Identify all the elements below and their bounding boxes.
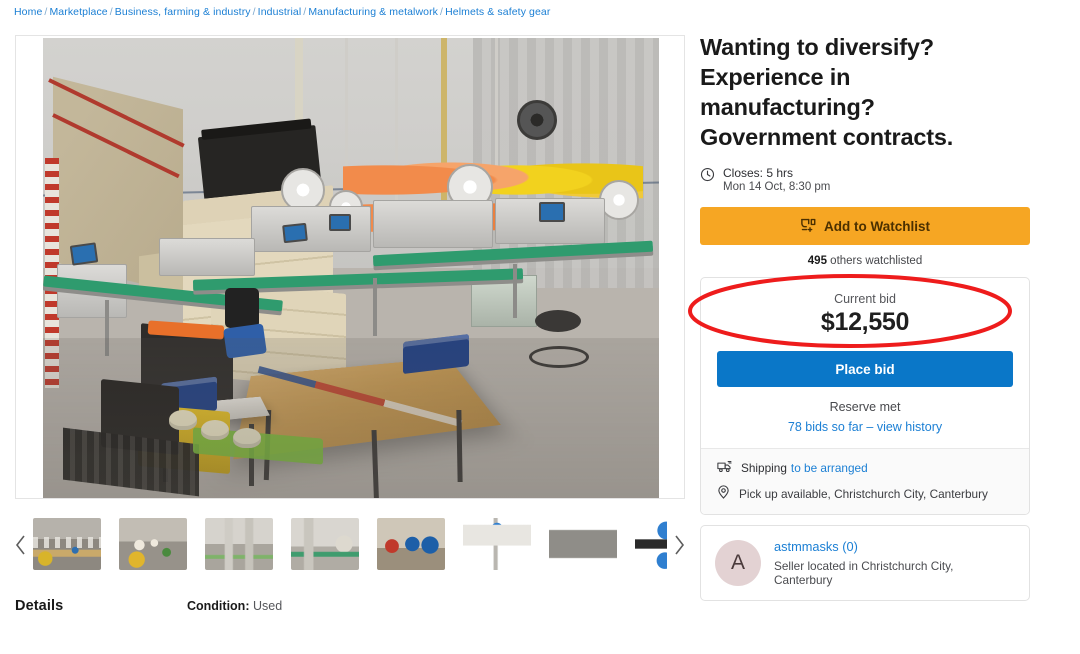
closing-time-text: Closes: 5 hrs Mon 14 Oct, 8:30 pm bbox=[723, 166, 830, 194]
gallery-next-arrow[interactable] bbox=[669, 532, 689, 558]
breadcrumb-separator: / bbox=[109, 6, 113, 18]
watchlist-add-icon bbox=[800, 217, 817, 236]
condition-label: Condition: bbox=[187, 599, 250, 613]
watchlist-count-number: 495 bbox=[807, 255, 827, 267]
scene-machine bbox=[159, 238, 255, 276]
scene-leg bbox=[373, 278, 377, 336]
thumbnail-6[interactable] bbox=[463, 518, 531, 570]
shipping-link[interactable]: to be arranged bbox=[791, 461, 868, 475]
scene-machine bbox=[251, 206, 371, 252]
scene-reel bbox=[599, 180, 639, 220]
condition-value: Used bbox=[252, 599, 283, 613]
scene-chair bbox=[225, 288, 259, 328]
breadcrumb-item-helmets-safety-gear[interactable]: Helmets & safety gear bbox=[445, 6, 550, 18]
map-pin-icon bbox=[717, 485, 730, 502]
current-bid-label: Current bid bbox=[834, 292, 896, 306]
breadcrumb: Home / Marketplace / Business, farming & ind… bbox=[14, 6, 550, 18]
scene-control-screen bbox=[539, 202, 565, 222]
thumbnail-track bbox=[33, 508, 667, 580]
breadcrumb-separator: / bbox=[44, 6, 48, 18]
breadcrumb-item-industrial[interactable]: Industrial bbox=[258, 6, 302, 18]
avatar: A bbox=[715, 540, 761, 586]
delivery-info-block: Shipping to be arranged Pick up availabl… bbox=[701, 448, 1029, 514]
breadcrumb-item-manufacturing-metalwork[interactable]: Manufacturing & metalwork bbox=[308, 6, 438, 18]
watchlist-count: 495 others watchlisted bbox=[700, 255, 1030, 267]
listing-page: Home / Marketplace / Business, farming & ind… bbox=[0, 0, 1080, 654]
thumbnail-7[interactable] bbox=[549, 518, 617, 570]
shipping-row[interactable]: Shipping to be arranged bbox=[717, 460, 1013, 476]
gallery-prev-arrow[interactable] bbox=[11, 532, 31, 558]
chevron-left-icon bbox=[15, 535, 25, 555]
scene-machine bbox=[373, 200, 493, 248]
chevron-right-icon bbox=[675, 535, 685, 555]
closes-label: Closes: 5 hrs bbox=[723, 166, 794, 180]
breadcrumb-item-business-farming-industry[interactable]: Business, farming & industry bbox=[115, 6, 251, 18]
details-heading: Details bbox=[15, 598, 64, 614]
place-bid-button[interactable]: Place bid bbox=[717, 351, 1013, 387]
scene-green-cabinet bbox=[471, 275, 537, 327]
seller-card[interactable]: A astmmasks (0) Seller located in Christ… bbox=[700, 525, 1030, 601]
closes-date: Mon 14 Oct, 8:30 pm bbox=[723, 181, 831, 193]
watchlist-button-label: Add to Watchlist bbox=[824, 218, 930, 234]
hero-image-canvas bbox=[43, 38, 659, 498]
gallery-main-image-frame[interactable] bbox=[15, 35, 685, 499]
bid-card: Current bid $12,550 Place bid Reserve me… bbox=[688, 274, 1030, 515]
scene-control-screen bbox=[282, 222, 308, 244]
current-bid-amount: $12,550 bbox=[820, 308, 910, 336]
seller-info: astmmasks (0) Seller located in Christch… bbox=[774, 539, 1015, 587]
clock-icon bbox=[700, 167, 715, 187]
closing-time-row: Closes: 5 hrs Mon 14 Oct, 8:30 pm bbox=[700, 166, 1030, 194]
scene-stool bbox=[535, 310, 581, 332]
breadcrumb-separator: / bbox=[252, 6, 256, 18]
thumbnail-3[interactable] bbox=[205, 518, 273, 570]
watchlist-count-suffix: others watchlisted bbox=[830, 255, 923, 267]
add-to-watchlist-button[interactable]: Add to Watchlist bbox=[700, 207, 1030, 245]
pickup-text: Pick up available, Christchurch City, Ca… bbox=[739, 486, 988, 501]
breadcrumb-item-home[interactable]: Home bbox=[14, 6, 42, 18]
thumbnail-4[interactable] bbox=[291, 518, 359, 570]
details-section: Details Condition: Used bbox=[15, 598, 685, 614]
bid-history-link[interactable]: 78 bids so far – view history bbox=[717, 420, 1013, 434]
thumbnail-1[interactable] bbox=[33, 518, 101, 570]
thumbnail-2[interactable] bbox=[119, 518, 187, 570]
shipping-label: Shipping bbox=[741, 461, 787, 475]
page-title: Wanting to diversify? Experience in manu… bbox=[700, 34, 954, 150]
gallery-thumbnail-strip[interactable] bbox=[15, 508, 685, 580]
reserve-status: Reserve met bbox=[829, 400, 901, 414]
avatar-initial: A bbox=[730, 551, 745, 574]
bid-card-body: Current bid $12,550 Place bid Reserve me… bbox=[688, 274, 1029, 448]
breadcrumb-separator: / bbox=[303, 6, 307, 18]
truck-icon bbox=[717, 460, 732, 476]
scene-fan bbox=[517, 100, 557, 140]
thumbnail-5[interactable] bbox=[377, 518, 445, 570]
condition-row: Condition: Used bbox=[187, 599, 282, 613]
seller-location: Seller located in Christchurch City, Can… bbox=[774, 559, 954, 587]
scene-control-screen bbox=[329, 214, 351, 231]
scene-leg bbox=[513, 264, 517, 318]
scene-floor-shadow bbox=[43, 338, 659, 498]
seller-name-link[interactable]: astmmasks (0) bbox=[774, 539, 1015, 554]
pickup-row: Pick up available, Christchurch City, Ca… bbox=[717, 485, 1013, 502]
scene-control-screen bbox=[69, 242, 99, 266]
thumbnail-8[interactable] bbox=[635, 518, 667, 570]
breadcrumb-item-marketplace[interactable]: Marketplace bbox=[49, 6, 107, 18]
hero-image[interactable] bbox=[43, 38, 659, 498]
breadcrumb-separator: / bbox=[440, 6, 444, 18]
listing-sidebar: Wanting to diversify? Experience in manu… bbox=[688, 32, 1030, 601]
